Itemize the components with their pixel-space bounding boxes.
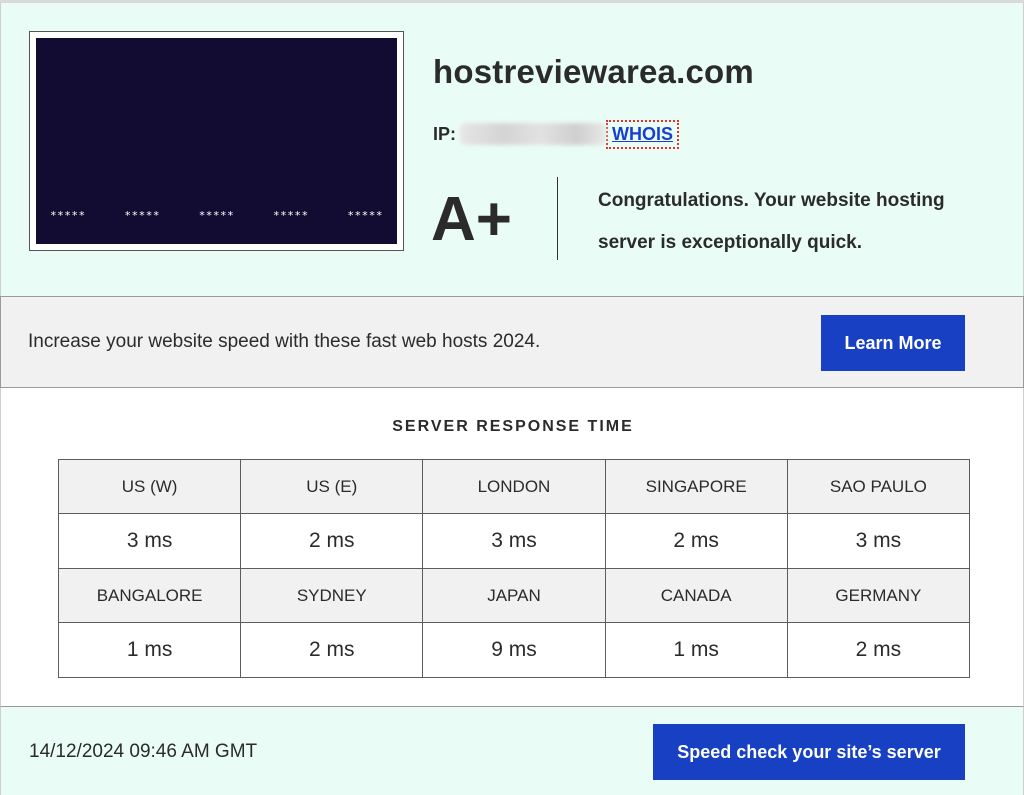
thumbnail-stars: ***** [347,209,383,222]
ip-label: IP: [433,123,457,144]
location-cell: SAO PAULO [786,459,971,514]
section-title: SERVER RESPONSE TIME [392,418,634,435]
response-time-cell: 1 ms [604,622,788,678]
value-row: 3 ms 2 ms 3 ms 2 ms 3 ms [57,513,971,569]
site-thumbnail: ***** ***** ***** ***** ***** [29,31,404,251]
location-cell: CANADA [604,568,788,623]
whois-link[interactable]: WHOIS [606,119,680,149]
thumbnail-stars: ***** [50,209,86,222]
value-row: 1 ms 2 ms 9 ms 1 ms 2 ms [57,622,971,678]
promo-text: Increase your website speed with these f… [28,331,541,352]
result-message: Congratulations. Your website hosting se… [598,190,945,253]
test-timestamp: 14/12/2024 09:46 AM GMT [29,741,258,762]
promo-banner: Increase your website speed with these f… [0,296,1024,388]
location-cell: JAPAN [422,568,606,623]
response-time-cell: 1 ms [57,622,242,678]
location-row: US (W) US (E) LONDON SINGAPORE SAO PAULO [57,459,971,514]
domain-name: hostreviewarea.com [433,53,754,90]
ip-address-redacted [460,123,607,145]
site-thumbnail-image: ***** ***** ***** ***** ***** [36,38,397,244]
result-footer: 14/12/2024 09:46 AM GMT Speed check your… [0,706,1024,795]
location-cell: BANGALORE [57,568,242,623]
speed-grade: A+ [431,185,512,254]
grade-divider [557,177,558,260]
response-time-cell: 3 ms [422,513,606,569]
response-time-cell: 3 ms [57,513,242,569]
location-cell: LONDON [422,459,606,514]
location-cell: US (W) [57,459,242,514]
location-row: BANGALORE SYDNEY JAPAN CANADA GERMANY [57,568,971,623]
thumbnail-stars: ***** [198,209,235,222]
learn-more-button[interactable]: Learn More [821,315,965,371]
location-cell: SINGAPORE [604,459,788,514]
thumbnail-stars: ***** [273,209,309,222]
response-time-cell: 2 ms [240,513,424,569]
thumbnail-star-row: ***** ***** ***** ***** ***** [50,209,383,222]
response-time-cell: 2 ms [786,622,971,678]
response-time-cell: 9 ms [422,622,606,678]
location-cell: SYDNEY [240,568,424,623]
location-cell: GERMANY [786,568,971,623]
response-time-table: US (W) US (E) LONDON SINGAPORE SAO PAULO… [57,459,971,678]
thumbnail-stars: ***** [124,209,160,222]
speed-check-button[interactable]: Speed check your site’s server [653,724,965,780]
response-time-cell: 3 ms [786,513,971,569]
result-header: ***** ***** ***** ***** ***** hostreview… [0,3,1024,296]
response-time-cell: 2 ms [240,622,424,678]
ip-row: IP: WHOIS [433,119,680,149]
response-time-cell: 2 ms [604,513,788,569]
server-response-section: SERVER RESPONSE TIME US (W) US (E) LONDO… [0,388,1024,706]
location-cell: US (E) [240,459,424,514]
